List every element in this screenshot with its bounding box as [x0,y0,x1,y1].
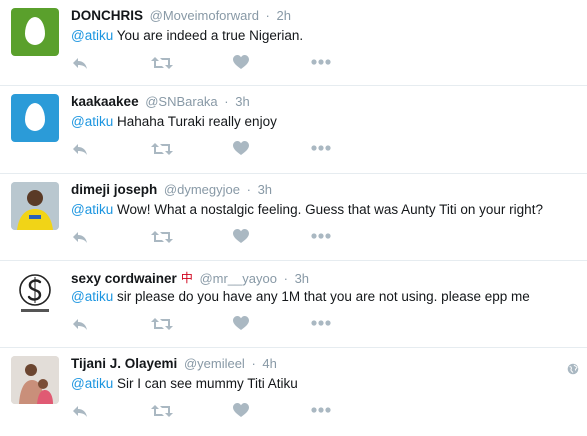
tweet[interactable]: DONCHRIS @Moveimoforward · 2h @atiku You… [0,0,587,86]
tweet-text: @atiku Hahaha Turaki really enjoy [71,114,277,129]
timestamp[interactable]: 4h [262,356,276,371]
user-name[interactable]: sexy cordwainer [71,271,177,286]
timestamp[interactable]: 3h [295,271,309,286]
retweet-icon[interactable] [151,141,173,157]
retweet-icon[interactable] [151,55,173,71]
tweet-header: kaakaakee @SNBaraka · 3h [71,94,250,109]
separator: · [283,271,288,286]
user-handle[interactable]: @SNBaraka [145,94,217,109]
user-handle[interactable]: @yemileel [184,356,245,371]
avatar[interactable] [11,8,59,56]
egg-icon [25,103,45,131]
heart-icon[interactable] [233,229,249,244]
mention-link[interactable]: @atiku [71,202,113,217]
tweet-text: @atiku You are indeed a true Nigerian. [71,28,303,43]
tweet-header: dimeji joseph @dymegyjoe · 3h [71,182,272,197]
separator: · [224,94,229,109]
user-name[interactable]: kaakaakee [71,94,139,109]
reply-icon[interactable] [71,229,89,245]
tweet-text: @atiku Sir I can see mummy Titi Atiku [71,376,298,391]
tweet-header: Tijani J. Olayemi @yemileel · 4h [71,356,277,371]
tweet-header: sexy cordwainer 中 @mr__yayoo · 3h [71,269,309,286]
tweet-body: Wow! What a nostalgic feeling. Guess tha… [113,202,543,217]
heart-icon[interactable] [233,316,249,331]
tweet-feed: DONCHRIS @Moveimoforward · 2h @atiku You… [0,0,587,436]
avatar[interactable] [11,182,59,230]
user-name[interactable]: Tijani J. Olayemi [71,356,177,371]
reply-icon[interactable] [71,403,89,419]
reply-icon[interactable] [71,141,89,157]
heart-icon[interactable] [233,403,249,418]
timestamp[interactable]: 2h [277,8,291,23]
tweet-body: Sir I can see mummy Titi Atiku [113,376,298,391]
mention-link[interactable]: @atiku [71,289,113,304]
avatar[interactable] [11,356,59,404]
retweet-icon[interactable] [151,403,173,419]
globe-icon [567,362,579,380]
timestamp[interactable]: 3h [258,182,272,197]
heart-icon[interactable] [233,55,249,70]
tweet-body: You are indeed a true Nigerian. [113,28,304,43]
more-icon[interactable] [311,320,331,326]
tweet-body: sir please do you have any 1M that you a… [113,289,530,304]
separator: · [246,182,251,197]
flag-emoji: 中 [180,271,193,285]
reply-icon[interactable] [71,316,89,332]
tweet-text: @atiku sir please do you have any 1M tha… [71,289,530,304]
tweet[interactable]: Tijani J. Olayemi @yemileel · 4h @atiku … [0,348,587,436]
user-handle[interactable]: @mr__yayoo [199,271,277,286]
avatar[interactable] [11,269,59,317]
user-name[interactable]: dimeji joseph [71,182,157,197]
tweet[interactable]: kaakaakee @SNBaraka · 3h @atiku Hahaha T… [0,86,587,174]
mention-link[interactable]: @atiku [71,376,113,391]
tweet-body: Hahaha Turaki really enjoy [113,114,277,129]
separator: · [265,8,270,23]
user-photo [11,182,59,230]
more-icon[interactable] [311,407,331,413]
tweet[interactable]: dimeji joseph @dymegyjoe · 3h @atiku Wow… [0,174,587,261]
user-handle[interactable]: @dymegyjoe [164,182,240,197]
heart-icon[interactable] [233,141,249,156]
more-icon[interactable] [311,59,331,65]
more-icon[interactable] [311,233,331,239]
brand-logo [19,274,51,312]
retweet-icon[interactable] [151,316,173,332]
tweet-header: DONCHRIS @Moveimoforward · 2h [71,8,291,23]
reply-icon[interactable] [71,55,89,71]
retweet-icon[interactable] [151,229,173,245]
tweet-text: @atiku Wow! What a nostalgic feeling. Gu… [71,202,543,217]
separator: · [251,356,256,371]
mention-link[interactable]: @atiku [71,28,113,43]
egg-icon [25,17,45,45]
timestamp[interactable]: 3h [235,94,249,109]
user-photo [11,356,59,404]
user-name[interactable]: DONCHRIS [71,8,143,23]
user-handle[interactable]: @Moveimoforward [150,8,259,23]
tweet[interactable]: sexy cordwainer 中 @mr__yayoo · 3h @atiku … [0,261,587,348]
avatar[interactable] [11,94,59,142]
more-icon[interactable] [311,145,331,151]
mention-link[interactable]: @atiku [71,114,113,129]
